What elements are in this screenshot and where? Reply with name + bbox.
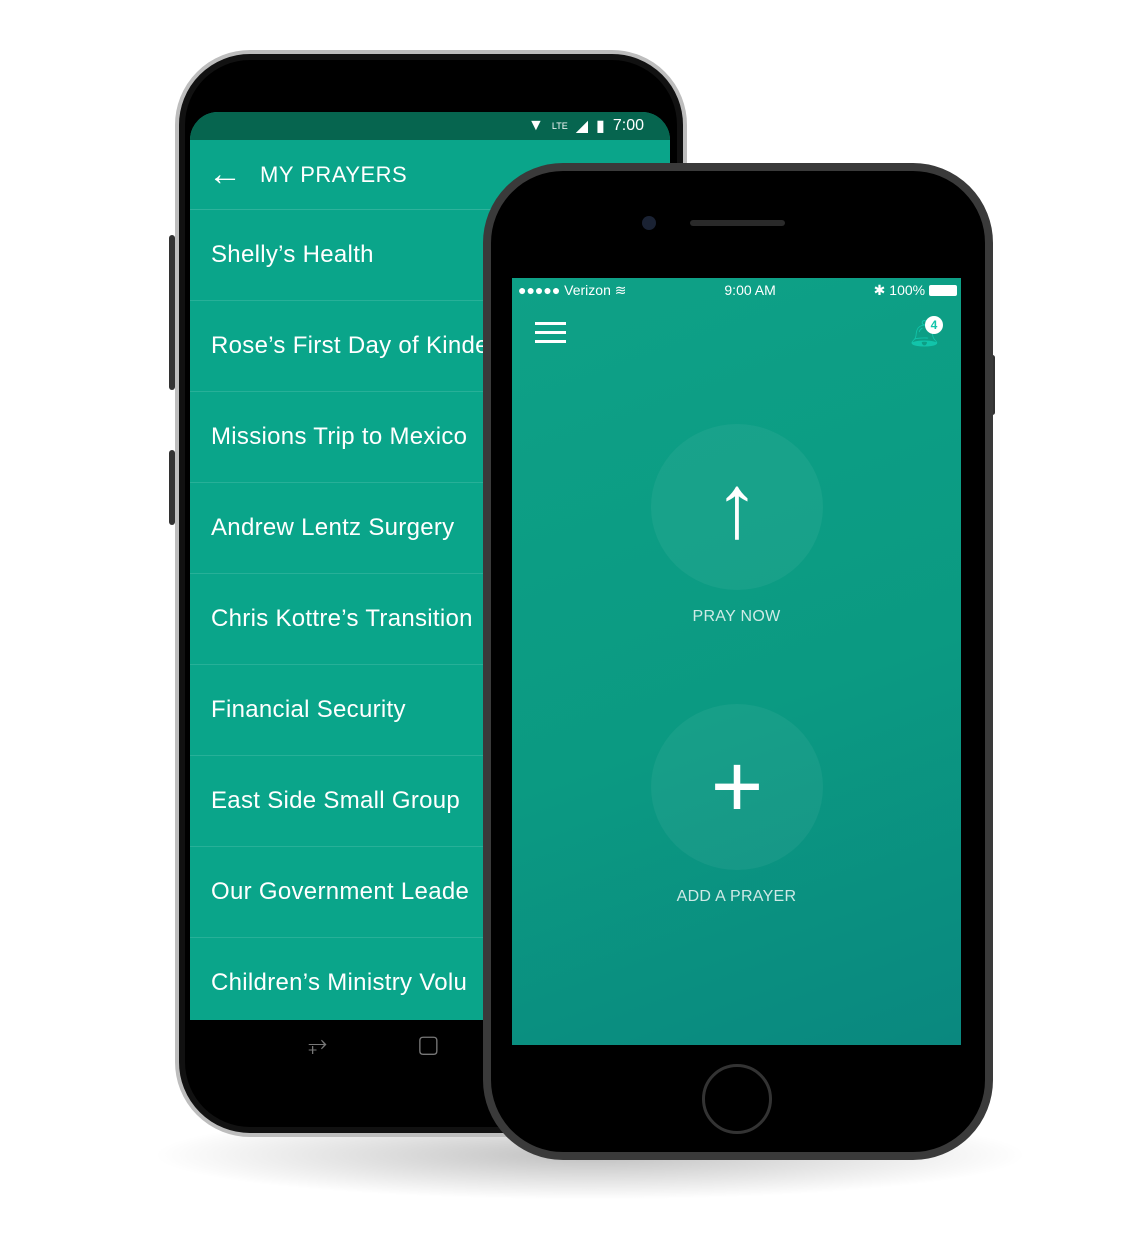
android-recents-nav-icon[interactable]: ▢: [417, 1030, 440, 1059]
ios-status-bar: ●●●●● Verizon ≋ 9:00 AM ✱ 100%: [512, 278, 961, 302]
bluetooth-icon: ✱: [873, 281, 886, 298]
lte-signal-icon: LTE: [551, 121, 568, 131]
iphone-screen: ●●●●● Verizon ≋ 9:00 AM ✱ 100% 🔔︎ 4 ↑ PR…: [512, 278, 961, 1045]
battery-icon: [928, 285, 957, 297]
plus-icon: +: [710, 736, 764, 837]
battery-percent: 100%: [889, 281, 926, 298]
status-time: 7:00: [612, 117, 644, 134]
pray-now-button[interactable]: ↑: [651, 424, 823, 590]
carrier: Verizon: [564, 281, 611, 298]
status-time: 9:00 AM: [724, 282, 776, 298]
add-prayer-button[interactable]: +: [651, 704, 823, 870]
back-arrow-icon[interactable]: ←: [190, 155, 260, 194]
page-title: MY PRAYERS: [260, 161, 408, 187]
signal-dots-icon: ●●●●●: [518, 281, 561, 298]
home-button[interactable]: [702, 1064, 772, 1134]
signal-icon: ◢: [575, 118, 589, 135]
earpiece-speaker: [690, 220, 785, 226]
battery-icon: ▮: [596, 118, 605, 135]
arrow-up-icon: ↑: [714, 456, 760, 557]
pray-now-label: PRAY NOW: [692, 608, 781, 625]
add-prayer-label: ADD A PRAYER: [676, 888, 797, 905]
front-camera: [642, 216, 656, 230]
wifi-icon: ▼: [528, 117, 544, 134]
notification-badge: 4: [925, 316, 943, 334]
wifi-icon: ≋: [614, 281, 627, 298]
menu-icon[interactable]: [535, 322, 566, 343]
android-back-nav-icon[interactable]: ⥅: [308, 1030, 327, 1058]
android-status-bar: ▼ LTE ◢ ▮ 7:00: [190, 112, 670, 140]
